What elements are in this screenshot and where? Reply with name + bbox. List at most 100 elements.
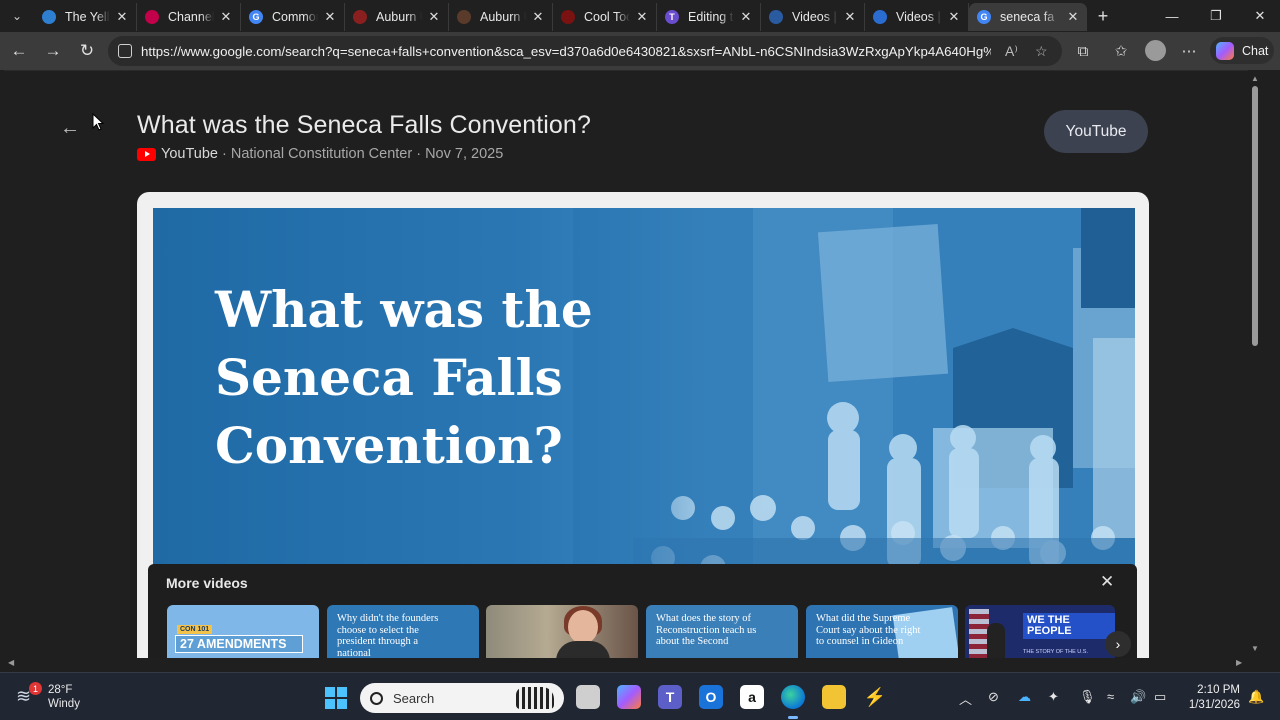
browser-tab[interactable]: Videos | U ✕ [865,3,969,31]
close-tab-icon[interactable]: ✕ [322,9,338,25]
close-tab-icon[interactable]: ✕ [1065,9,1081,25]
scroll-up-icon[interactable]: ▲ [1251,74,1259,83]
microphone-icon[interactable]: 🎙 [1079,689,1096,705]
power-automate-icon[interactable]: ⚡ [863,685,887,709]
mouse-cursor-icon [92,113,104,131]
close-icon[interactable]: ✕ [1100,572,1114,592]
onedrive-icon[interactable]: ☁ [1018,689,1031,705]
copilot-chat-button[interactable]: Chat [1210,37,1274,64]
tab-actions-menu-button[interactable]: ⌄ [0,0,34,32]
browser-tab[interactable]: Cool Tool ✕ [553,3,657,31]
site-info-icon[interactable] [118,44,132,58]
start-button[interactable] [325,687,347,709]
wifi-icon[interactable]: ≈ [1107,689,1114,704]
amazon-icon[interactable]: a [740,685,764,709]
back-arrow-icon[interactable]: ← [60,117,80,140]
scroll-right-icon[interactable]: ▶ [1236,658,1242,667]
chevron-right-icon[interactable]: › [1105,631,1131,657]
browser-tab[interactable]: T Editing tit ✕ [657,3,761,31]
close-window-button[interactable]: ✕ [1238,0,1280,32]
scroll-down-icon[interactable]: ▼ [1251,644,1259,653]
battery-icon[interactable]: ▭ [1154,689,1166,705]
close-tab-icon[interactable]: ✕ [426,9,442,25]
outlook-icon[interactable]: O [699,685,723,709]
tab-favicon-icon: T [665,10,679,24]
browser-tab[interactable]: Auburn U ✕ [449,3,553,31]
browser-tab[interactable]: The Yellow ✕ [34,3,137,31]
open-youtube-button[interactable]: YouTube [1044,110,1148,153]
chevron-up-icon[interactable]: ︿ [959,689,972,708]
weather-badge: 1 [29,682,42,695]
vertical-scrollbar[interactable]: ▲ ▼ [1248,70,1262,658]
tab-title: Common [272,10,318,24]
close-tab-icon[interactable]: ✕ [946,9,962,25]
more-video-item[interactable]: What did the Supreme Court say about the… [806,605,958,660]
restore-button[interactable]: ❐ [1194,0,1238,32]
tab-favicon-icon: G [249,10,263,24]
close-tab-icon[interactable]: ✕ [842,9,858,25]
address-url[interactable]: https://www.google.com/search?q=seneca+f… [141,44,991,59]
more-menu-icon[interactable]: ⋯ [1177,40,1201,62]
minimize-button[interactable]: — [1150,0,1194,32]
forward-button[interactable]: → [36,34,70,68]
video-caption: What did the Supreme Court say about the… [816,613,921,647]
copilot-app-icon[interactable] [617,685,641,709]
tab-favicon-icon [457,10,471,24]
teams-icon[interactable]: T [658,685,682,709]
tab-title: The Yellow [65,10,110,24]
volume-icon[interactable]: 🔊 [1130,689,1146,705]
more-videos-panel: More videos ✕ CON 101 27 AMENDMENTS Why … [148,564,1137,660]
close-tab-icon[interactable]: ✕ [530,9,546,25]
address-bar[interactable]: https://www.google.com/search?q=seneca+f… [108,36,1062,66]
tab-title: seneca fa [1000,10,1055,24]
tab-strip: ⌄ The Yellow ✕ Channel c ✕ G Common ✕ Auburn U ✕… [0,0,1280,32]
search-highlight-image [516,687,554,709]
back-button[interactable]: ← [2,34,36,68]
more-video-item[interactable]: What does the story of Reconstruction te… [646,605,798,660]
new-tab-button[interactable]: + [1087,2,1119,30]
tab-title: Videos | U [896,10,942,24]
edge-browser-icon[interactable] [781,685,805,719]
weather-temp: 28°F [48,684,73,696]
scroll-left-icon[interactable]: ◀ [8,658,14,667]
more-video-item[interactable]: CON 101 27 AMENDMENTS [167,605,319,660]
favorites-icon[interactable]: ✩ [1109,40,1133,62]
tab-title: Cool Tool [584,10,630,24]
weather-widget[interactable]: ≋ 1 28°F Windy [16,682,80,711]
video-title[interactable]: What was the Seneca Falls Convention? [137,111,591,140]
taskbar-search[interactable]: Search [360,683,564,713]
video-caption: What does the story of Reconstruction te… [656,613,757,647]
notification-bell-icon[interactable]: 🔔 [1248,689,1264,705]
system-clock[interactable]: 2:10 PM 1/31/2026 [1184,683,1240,713]
file-explorer-icon[interactable] [822,685,846,709]
clock-date: 1/31/2026 [1188,699,1240,711]
profile-avatar[interactable] [1145,40,1166,61]
close-tab-icon[interactable]: ✕ [634,9,650,25]
chat-label: Chat [1242,43,1269,58]
close-tab-icon[interactable]: ✕ [738,9,754,25]
horizontal-scrollbar[interactable]: ◀ ▶ [0,658,1248,670]
dropbox-icon[interactable]: ✦ [1048,689,1059,705]
browser-tab[interactable]: Channel c ✕ [137,3,241,31]
video-subcaption: THE STORY OF THE U.S. [1023,649,1088,655]
browser-tab[interactable]: Videos | U ✕ [761,3,865,31]
browser-tab[interactable]: Gseneca fa ✕ [969,3,1087,31]
browser-tab[interactable]: G Common ✕ [241,3,345,31]
read-aloud-icon[interactable]: A⁾ [1005,43,1018,60]
browser-tab[interactable]: Auburn U ✕ [345,3,449,31]
video-meta: YouTube · National Constitution Center ·… [137,146,503,162]
network-off-icon[interactable]: ⊘ [988,689,999,705]
scrollbar-thumb[interactable] [1252,86,1258,346]
favorite-star-icon[interactable]: ☆ [1035,43,1048,60]
video-tag: CON 101 [177,625,213,634]
extensions-icon[interactable]: ⧉ [1071,40,1095,62]
task-view-icon[interactable] [576,685,600,709]
more-video-item[interactable] [486,605,638,660]
more-video-item[interactable]: Why didn't the founders choose to select… [327,605,479,660]
close-tab-icon[interactable]: ✕ [218,9,234,25]
thumbnail-title-text: What was the Seneca Falls Convention? [215,280,593,475]
close-tab-icon[interactable]: ✕ [114,9,130,25]
more-video-item[interactable]: WE THE PEOPLE THE STORY OF THE U.S. [965,605,1115,660]
video-caption: WE THE PEOPLE [1023,613,1115,639]
reload-button[interactable]: ↻ [70,34,104,68]
